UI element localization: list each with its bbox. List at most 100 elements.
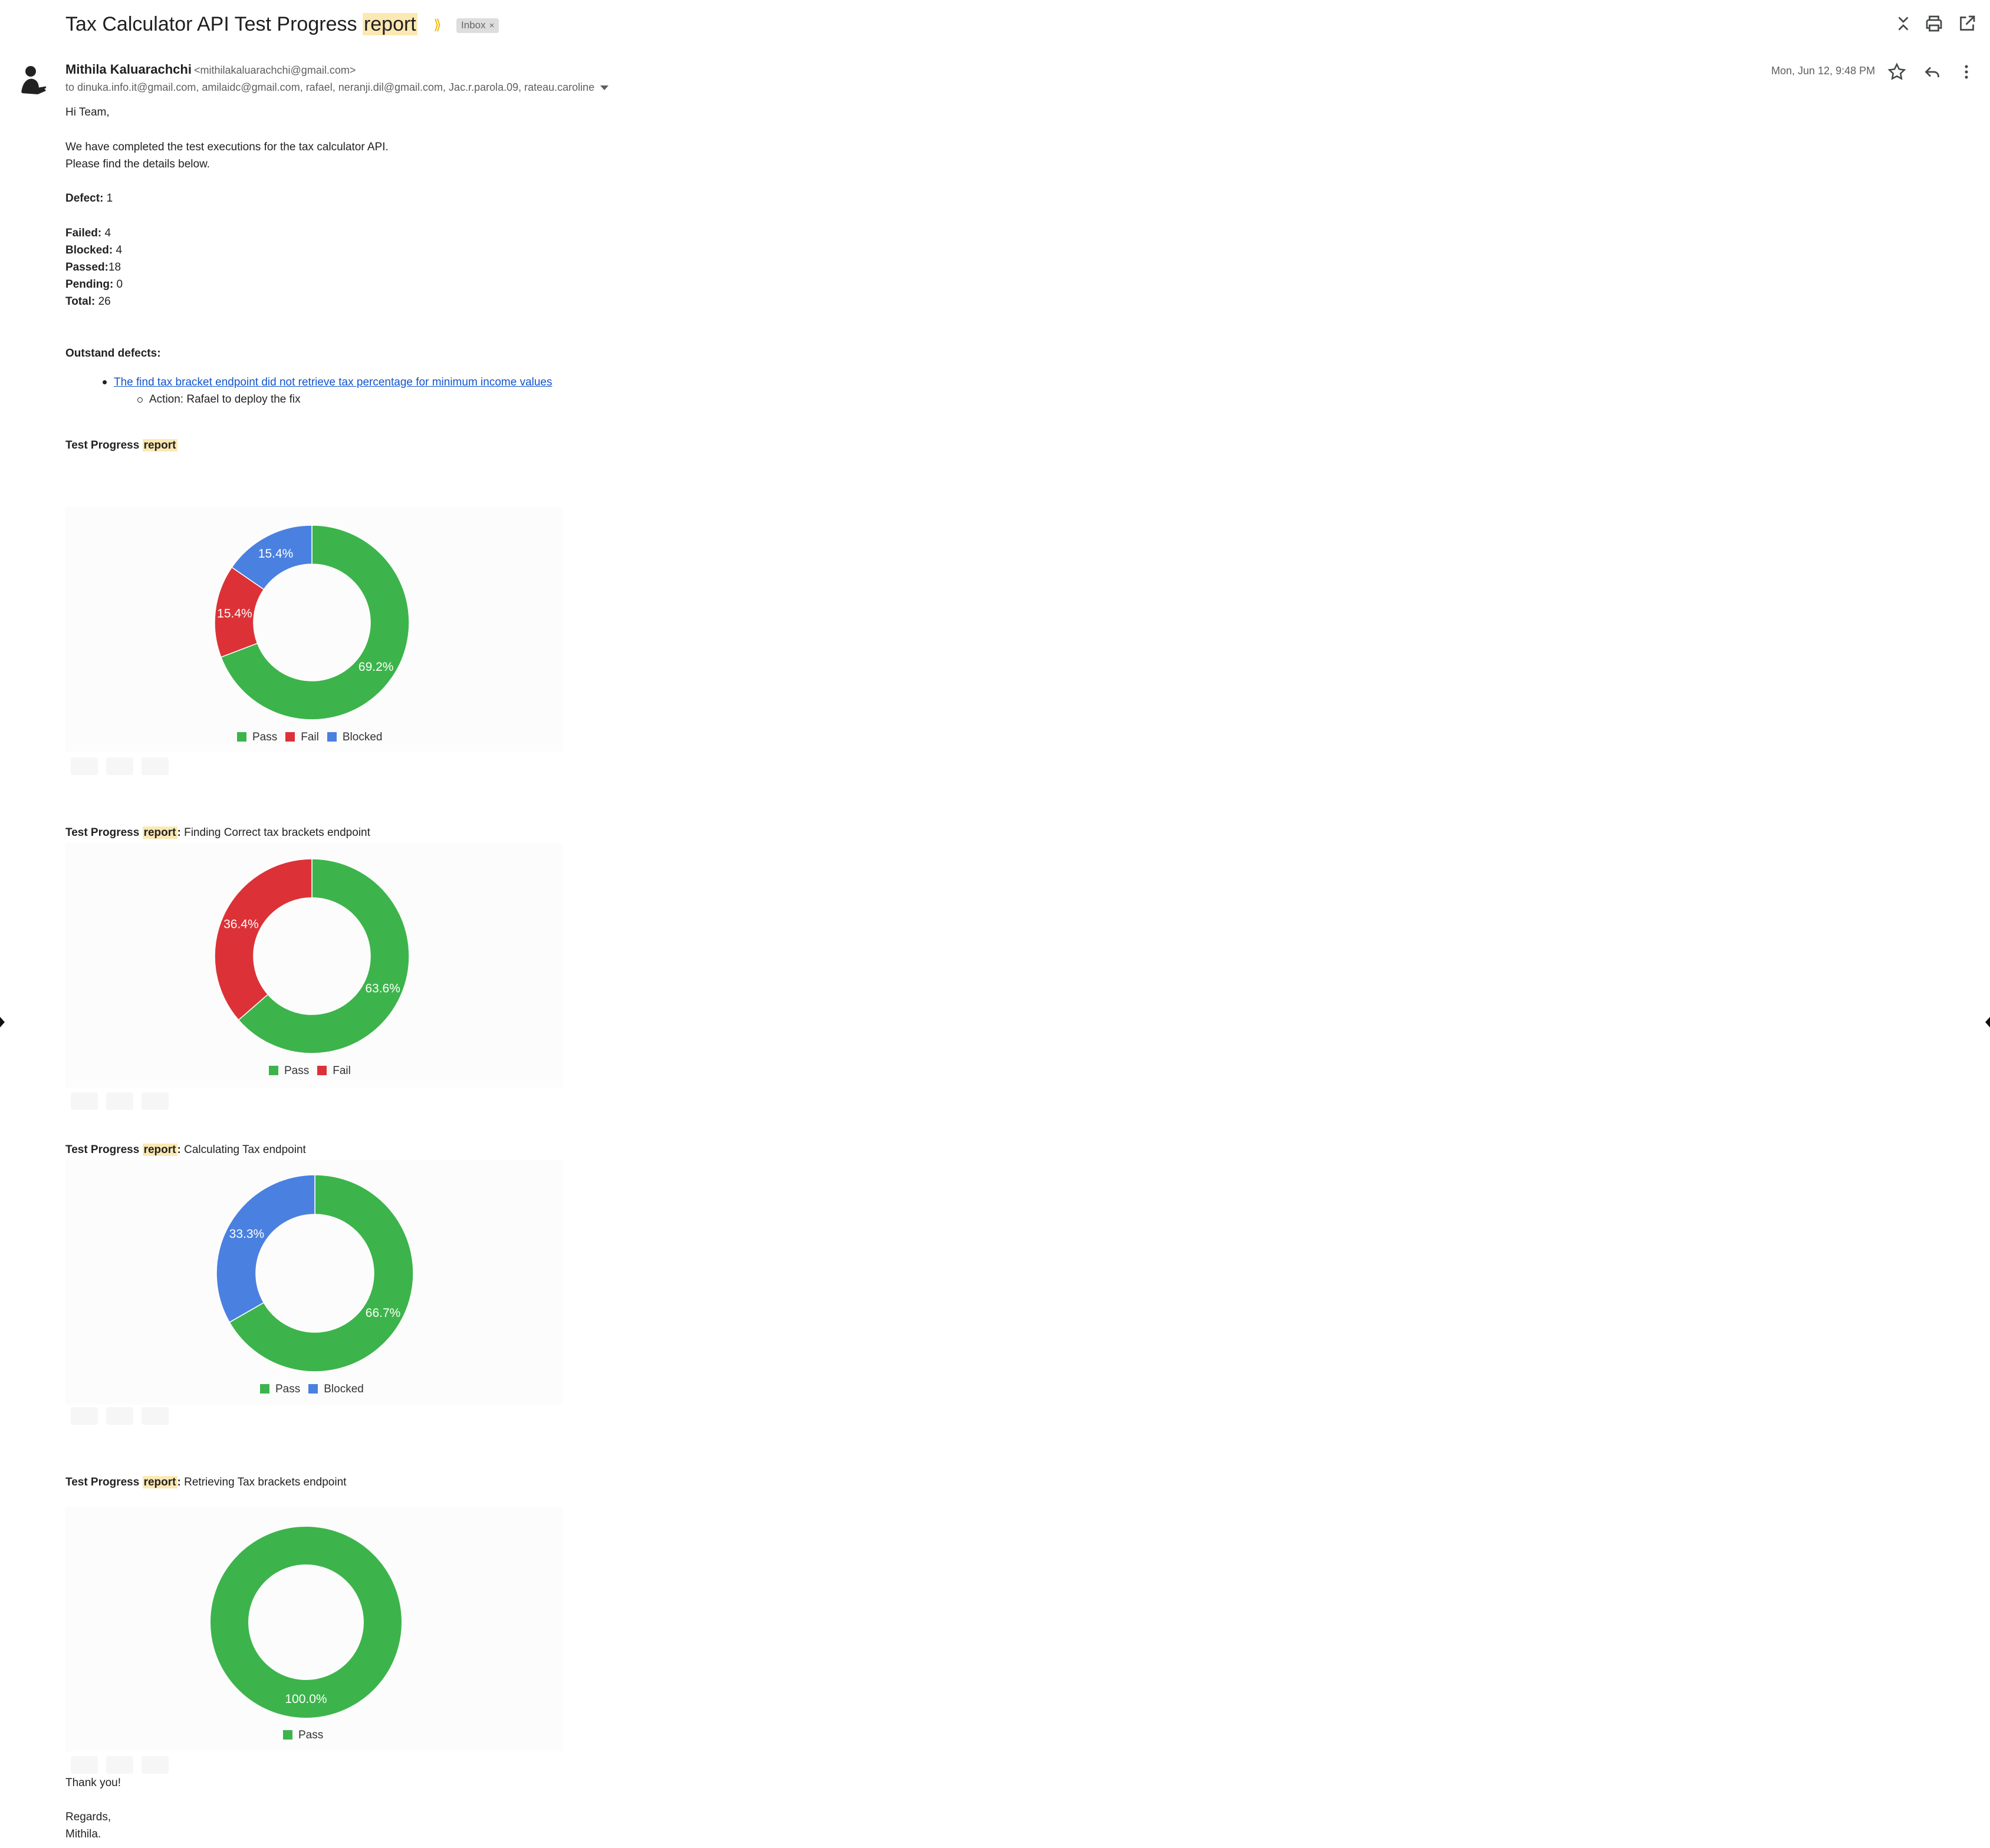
total-value: 26 [95,295,111,308]
chart-action-placeholder [142,1092,169,1110]
donut-slice-pass [210,1527,402,1718]
pending-label: Pending: [65,278,114,291]
donut-slice-blocked [216,1174,315,1323]
blocked-label: Blocked: [65,244,113,256]
legend-label: Pass [252,731,278,743]
legend-calculating-tax: Pass Blocked [260,1383,372,1396]
passed-label: Passed: [65,261,108,274]
inbox-label-chip[interactable]: Inbox × [456,18,499,33]
legend-finding-brackets: Pass Fail [269,1065,359,1078]
heading-highlight: report [142,1144,177,1156]
failed-value: 4 [101,227,111,239]
defect-value: 1 [103,192,113,205]
legend-label: Blocked [324,1383,364,1395]
legend-item-pass: Pass [237,731,277,744]
chart-action-placeholder [71,1092,98,1110]
more-vertical-icon[interactable] [1956,61,1977,83]
legend-swatch [317,1066,327,1075]
print-icon[interactable] [1923,13,1945,34]
legend-swatch [269,1066,278,1075]
legend-label: Pass [284,1065,310,1077]
failed-label: Failed: [65,227,102,239]
heading-highlight: report [142,1476,177,1488]
legend-item-pass: Pass [269,1065,309,1078]
sender-email: <mithilakaluarachchi@gmail.com> [193,64,356,76]
slice-data-label: 36.4% [223,917,259,931]
slice-data-label: 15.4% [217,607,252,620]
bullet-marker [103,380,107,384]
closing-thanks: Thank you! [65,1777,121,1789]
legend-label: Fail [301,731,319,743]
star-icon[interactable] [1886,61,1907,83]
avatar[interactable] [15,61,51,97]
legend-swatch [260,1384,269,1394]
open-in-new-window-icon[interactable] [1956,13,1978,34]
donut-chart-finding-brackets: 63.6% 36.4% [214,858,410,1054]
legend-swatch [327,732,337,742]
legend-item-blocked: Blocked [308,1383,364,1396]
report-heading-calculating-tax: Test Progress report: Calculating Tax en… [65,1141,306,1158]
failed-count: Failed: 4 [65,225,111,242]
chart-action-placeholder [106,1407,133,1425]
heading-bold: Test Progress [65,439,143,452]
outstanding-defects-heading: Outstand defects: [65,345,161,362]
heading-suffix: Finding Correct tax brackets endpoint [180,826,370,839]
donut-slice-fail [214,858,313,1021]
defect-link[interactable]: The find tax bracket endpoint did not re… [114,376,552,388]
recipients-line: to dinuka.info.it@gmail.com, amilaidc@gm… [65,81,609,94]
legend-swatch [283,1730,292,1740]
legend-item-fail: Fail [285,731,319,744]
legend-swatch [237,732,246,742]
legend-item-blocked: Blocked [327,731,382,744]
heading-highlight: report [142,439,177,452]
sender-name[interactable]: Mithila Kaluarachchi [65,62,192,77]
legend-item-fail: Fail [317,1065,351,1078]
sub-bullet-marker [137,397,143,403]
slice-data-label: 69.2% [358,660,394,674]
closing-signature: Mithila. [65,1828,101,1840]
legend-label: Fail [333,1065,351,1077]
slice-data-label: 66.7% [366,1306,401,1320]
donut-chart-retrieving-brackets: 100.0% [210,1527,402,1718]
left-edge-marker [0,1017,5,1027]
important-marker-icon[interactable]: ⟫ [433,17,441,33]
chart-action-placeholder [71,757,98,775]
chart-action-placeholder [106,757,133,775]
email-subject: Tax Calculator API Test Progress report … [65,11,499,39]
blocked-count: Blocked: 4 [65,242,122,259]
legend-overall: Pass Fail Blocked [237,731,390,744]
legend-label: Pass [275,1383,301,1395]
total-label: Total: [65,295,96,308]
subject-highlight: report [362,13,417,35]
legend-label: Pass [298,1729,324,1741]
sender-line: Mithila Kaluarachchi <mithilakaluarachchi… [65,62,356,77]
slice-data-label: 15.4% [258,547,294,561]
donut-chart-overall: 69.2% 15.4% 15.4% [214,525,410,720]
greeting: Hi Team, [65,106,110,118]
collapse-all-icon[interactable] [1893,13,1914,34]
slice-data-label: 100.0% [285,1692,327,1706]
report-heading-finding-brackets: Test Progress report: Finding Correct ta… [65,824,370,841]
slice-data-label: 33.3% [229,1227,265,1241]
body-line-1: We have completed the test executions fo… [65,141,389,153]
inbox-label-text: Inbox [461,19,486,31]
pending-value: 0 [113,278,123,291]
chart-action-placeholder [71,1756,98,1774]
donut-chart-calculating-tax: 66.7% 33.3% [216,1174,414,1372]
recipients-text: to dinuka.info.it@gmail.com, amilaidc@gm… [65,81,595,93]
chart-action-placeholder [142,1756,169,1774]
close-icon[interactable]: × [489,21,495,31]
heading-suffix: Retrieving Tax brackets endpoint [180,1476,347,1488]
defect-link-item: The find tax bracket endpoint did not re… [114,374,552,391]
body-line-2: Please find the details below. [65,158,210,170]
heading-bold: Test Progress [65,1144,143,1156]
closing-regards: Regards, [65,1811,111,1823]
chevron-down-icon[interactable] [600,85,609,91]
blocked-value: 4 [113,244,123,256]
chart-action-placeholder [106,1756,133,1774]
legend-retrieving-brackets: Pass [283,1729,331,1742]
right-edge-marker [1985,1017,1990,1027]
reply-icon[interactable] [1922,61,1943,83]
slice-data-label: 63.6% [365,982,400,996]
total-count: Total: 26 [65,293,111,310]
